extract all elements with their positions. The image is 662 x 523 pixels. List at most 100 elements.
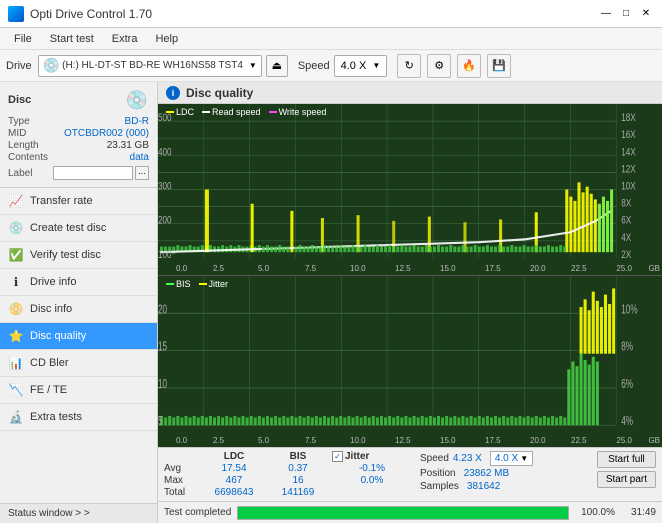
- speed-dropdown-stats-icon: ▼: [520, 454, 528, 463]
- options-button[interactable]: ⚙: [427, 54, 451, 78]
- svg-text:200: 200: [158, 214, 172, 227]
- menu-start-test[interactable]: Start test: [42, 31, 102, 47]
- sidebar-item-transfer-rate[interactable]: 📈 Transfer rate: [0, 188, 157, 215]
- svg-text:8X: 8X: [621, 197, 631, 210]
- disc-label-input[interactable]: [53, 166, 133, 180]
- svg-text:10: 10: [158, 377, 167, 391]
- bis-avg: 0.37: [268, 463, 328, 474]
- speed-selector-stats[interactable]: 4.0 X ▼: [490, 451, 533, 466]
- sidebar-item-label: Disc info: [30, 303, 72, 315]
- sidebar-item-cd-bler[interactable]: 📊 CD Bler: [0, 350, 157, 377]
- sidebar-item-label: Drive info: [30, 276, 76, 288]
- jitter-max: 0.0%: [332, 475, 412, 486]
- legend-read-speed: Read speed: [202, 107, 261, 117]
- menu-file[interactable]: File: [6, 31, 40, 47]
- transfer-rate-icon: 📈: [8, 193, 24, 209]
- svg-text:10%: 10%: [621, 303, 637, 317]
- sidebar-item-label: Create test disc: [30, 222, 106, 234]
- save-button[interactable]: 💾: [487, 54, 511, 78]
- sidebar-item-label: CD Bler: [30, 357, 69, 369]
- legend-ldc: LDC: [166, 107, 194, 117]
- app-title: Opti Drive Control 1.70: [30, 7, 152, 21]
- chart2-svg: 10% 8% 6% 4% 2% 20 15 10 5: [158, 276, 662, 447]
- sidebar-item-label: Verify test disc: [30, 249, 101, 261]
- progress-bar-area: Test completed 100.0% 31:49: [158, 501, 662, 523]
- avg-label: Avg: [164, 463, 200, 474]
- svg-text:10X: 10X: [621, 180, 636, 193]
- ldc-total: 6698643: [204, 487, 264, 498]
- bis-max: 16: [268, 475, 328, 486]
- ldc-max: 467: [204, 475, 264, 486]
- ldc-legend-dot: [166, 111, 174, 113]
- drive-selector[interactable]: 💿 (H:) HL-DT-ST BD-RE WH16NS58 TST4 ▼: [38, 55, 262, 77]
- sidebar-item-drive-info[interactable]: ℹ Drive info: [0, 269, 157, 296]
- refresh-button[interactable]: ↻: [397, 54, 421, 78]
- sidebar-item-disc-info[interactable]: 📀 Disc info: [0, 296, 157, 323]
- sidebar-item-fe-te[interactable]: 📉 FE / TE: [0, 377, 157, 404]
- svg-text:18X: 18X: [621, 112, 636, 125]
- create-test-disc-icon: 💿: [8, 220, 24, 236]
- sidebar-item-create-test-disc[interactable]: 💿 Create test disc: [0, 215, 157, 242]
- speed-value: 4.0 X: [341, 60, 367, 72]
- sidebar-item-label: Transfer rate: [30, 195, 93, 207]
- disc-quality-header: i Disc quality: [158, 82, 662, 104]
- menu-help[interactable]: Help: [147, 31, 186, 47]
- svg-text:14X: 14X: [621, 146, 636, 159]
- drive-label: Drive: [6, 60, 32, 72]
- svg-text:4%: 4%: [621, 415, 633, 429]
- start-full-button[interactable]: Start full: [597, 451, 656, 468]
- svg-text:5: 5: [158, 415, 163, 429]
- svg-text:6%: 6%: [621, 377, 633, 391]
- disc-image-icon: 💿: [125, 88, 149, 112]
- svg-text:300: 300: [158, 180, 172, 193]
- disc-label-button[interactable]: ⋯: [135, 166, 149, 180]
- sidebar-item-label: Extra tests: [30, 411, 82, 423]
- start-part-button[interactable]: Start part: [597, 471, 656, 488]
- legend-write-speed: Write speed: [269, 107, 327, 117]
- speed-selector-value: 4.0 X: [495, 453, 518, 464]
- position-value: 23862 MB: [464, 468, 510, 479]
- sidebar-item-extra-tests[interactable]: 🔬 Extra tests: [0, 404, 157, 431]
- progress-bar-fill: [238, 507, 568, 519]
- cd-bler-icon: 📊: [8, 355, 24, 371]
- status-text: Test completed: [164, 507, 231, 518]
- disc-label-label: Label: [8, 168, 32, 179]
- eject-button[interactable]: ⏏: [266, 55, 288, 77]
- progress-text: 100.0%: [575, 507, 615, 518]
- stats-bar: Avg Max Total LDC 17.54 467 6698643 BIS …: [158, 447, 662, 501]
- disc-panel-title: Disc: [8, 94, 31, 106]
- app-icon: [8, 6, 24, 22]
- speed-selector[interactable]: 4.0 X ▼: [334, 55, 388, 77]
- time-text: 31:49: [621, 507, 656, 518]
- burn-button[interactable]: 🔥: [457, 54, 481, 78]
- sidebar-item-label: Disc quality: [30, 330, 86, 342]
- svg-text:16X: 16X: [621, 129, 636, 142]
- content-area: i Disc quality LDC Read speed: [158, 82, 662, 523]
- chart1-legend: LDC Read speed Write speed: [166, 107, 326, 117]
- progress-bar-container: [237, 506, 569, 520]
- jitter-checkbox[interactable]: ✓: [332, 451, 343, 462]
- svg-text:4X: 4X: [621, 232, 631, 245]
- speed-label: Speed: [298, 60, 330, 72]
- chart2-bis: BIS Jitter: [158, 276, 662, 447]
- bis-legend-dot: [166, 283, 174, 285]
- close-button[interactable]: ✕: [638, 6, 654, 22]
- sidebar-item-verify-test-disc[interactable]: ✅ Verify test disc: [0, 242, 157, 269]
- drive-icon: 💿: [43, 57, 60, 74]
- menu-extra[interactable]: Extra: [104, 31, 146, 47]
- status-window-button[interactable]: Status window > >: [0, 503, 157, 523]
- disc-length-label: Length: [8, 140, 39, 151]
- sidebar-item-disc-quality[interactable]: ⭐ Disc quality: [0, 323, 157, 350]
- svg-text:6X: 6X: [621, 214, 631, 227]
- chart1-svg: 18X 16X 14X 12X 10X 8X 6X 4X 2X 500 400 …: [158, 104, 662, 275]
- jitter-header: Jitter: [345, 451, 369, 462]
- disc-type-label: Type: [8, 116, 30, 127]
- position-label: Position: [420, 468, 456, 479]
- title-bar: Opti Drive Control 1.70 — □ ✕: [0, 0, 662, 28]
- ldc-avg: 17.54: [204, 463, 264, 474]
- minimize-button[interactable]: —: [598, 6, 614, 22]
- disc-contents-value: data: [130, 152, 149, 163]
- maximize-button[interactable]: □: [618, 6, 634, 22]
- svg-text:8%: 8%: [621, 340, 633, 354]
- toolbar: Drive 💿 (H:) HL-DT-ST BD-RE WH16NS58 TST…: [0, 50, 662, 82]
